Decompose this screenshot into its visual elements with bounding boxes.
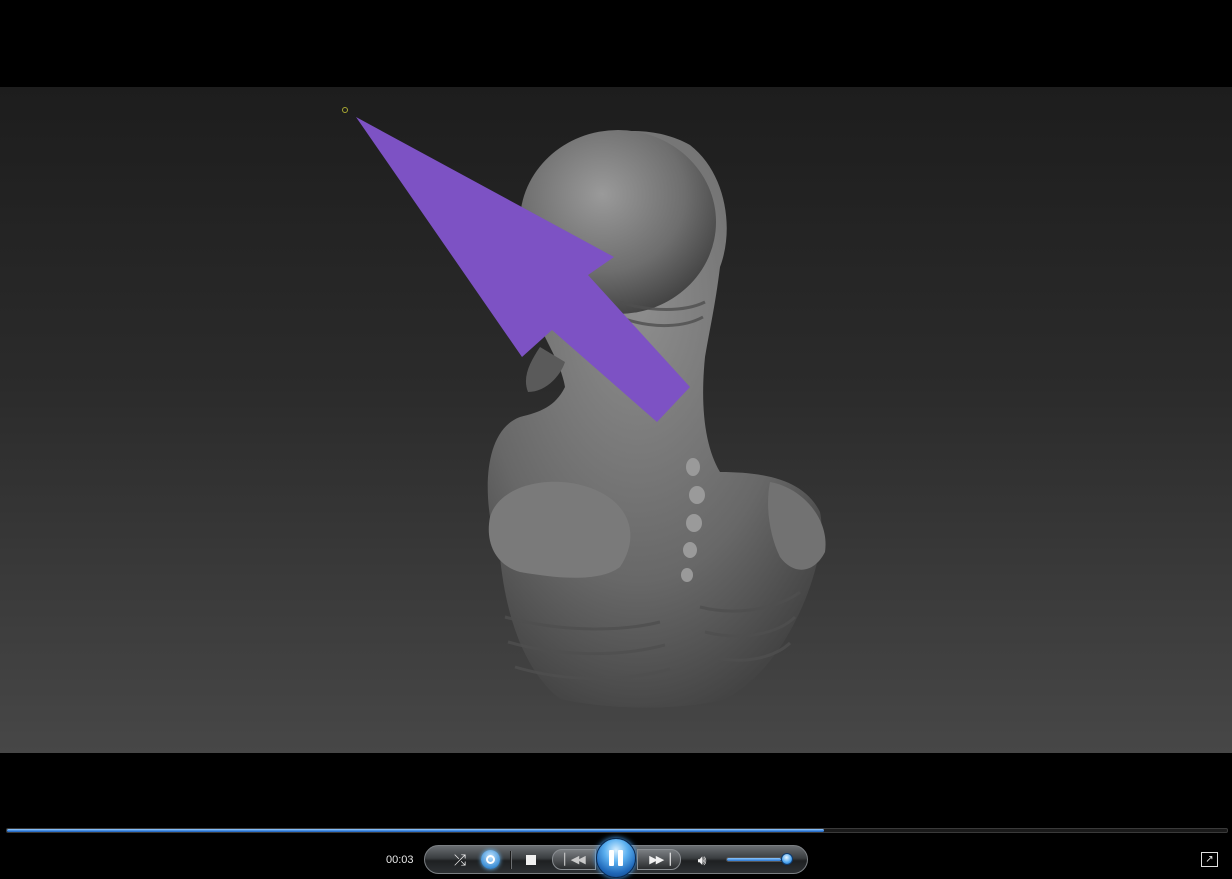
repeat-icon bbox=[486, 855, 495, 864]
volume-thumb[interactable] bbox=[781, 853, 793, 865]
stop-icon bbox=[526, 855, 536, 865]
previous-icon: ▏◀◀ bbox=[564, 854, 585, 866]
next-icon: ▶▶▕ bbox=[649, 854, 670, 866]
video-content bbox=[342, 107, 826, 708]
shuffle-icon: ⤮ bbox=[453, 851, 466, 869]
current-time: 00:03 bbox=[386, 854, 414, 866]
pause-icon bbox=[609, 850, 623, 866]
switch-to-library-button[interactable]: ↗ bbox=[1201, 852, 1218, 867]
switch-to-library-icon: ↗ bbox=[1205, 853, 1214, 865]
play-pause-button[interactable] bbox=[596, 838, 636, 878]
shuffle-button[interactable]: ⤮ bbox=[450, 851, 470, 869]
repeat-button[interactable] bbox=[481, 850, 500, 869]
previous-button[interactable]: ▏◀◀ bbox=[552, 849, 596, 870]
stop-button[interactable] bbox=[521, 850, 541, 870]
next-button[interactable]: ▶▶▕ bbox=[637, 849, 681, 870]
speaker-icon: 🔊︎ bbox=[697, 851, 707, 868]
video-frame[interactable] bbox=[0, 87, 1232, 753]
mute-button[interactable]: 🔊︎ bbox=[692, 850, 712, 870]
cursor-marker bbox=[342, 107, 348, 113]
volume-level bbox=[727, 858, 782, 861]
controls-divider bbox=[510, 851, 512, 869]
seek-bar[interactable] bbox=[6, 828, 1228, 833]
seek-progress bbox=[7, 829, 825, 832]
letterbox-top bbox=[0, 0, 1232, 87]
